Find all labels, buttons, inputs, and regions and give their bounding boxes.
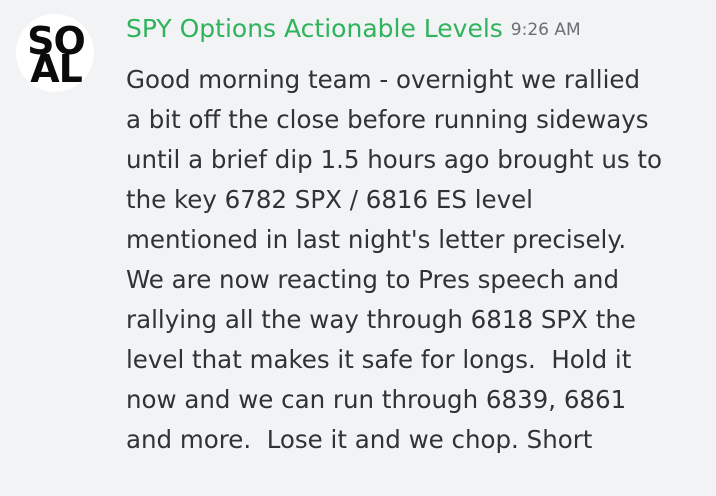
message-line: now and we can run through 6839, 6861 [126, 385, 627, 414]
avatar-logo-bottom: AL [30, 47, 83, 91]
message-header: SPY Options Actionable Levels 9:26 AM [126, 14, 581, 54]
message-content: Good morning team - overnight we rallied… [126, 60, 711, 460]
message-line: until a brief dip 1.5 hours ago brought … [126, 145, 662, 174]
message-line: We are now reacting to Pres speech and [126, 265, 620, 294]
avatar[interactable]: SO AL [16, 14, 94, 92]
message-line: Good morning team - overnight we rallied [126, 65, 641, 94]
message-line: and more. Lose it and we chop. Short [126, 425, 593, 454]
message-line: rallying all the way through 6818 SPX th… [126, 305, 636, 334]
chat-message: SO AL SPY Options Actionable Levels 9:26 … [0, 0, 716, 496]
message-line: the key 6782 SPX / 6816 ES level [126, 185, 533, 214]
message-line: a bit off the close before running sidew… [126, 105, 649, 134]
username[interactable]: SPY Options Actionable Levels [126, 14, 503, 43]
message-line: level that makes it safe for longs. Hold… [126, 345, 632, 374]
message-line: mentioned in last night's letter precise… [126, 225, 627, 254]
timestamp[interactable]: 9:26 AM [511, 20, 581, 40]
